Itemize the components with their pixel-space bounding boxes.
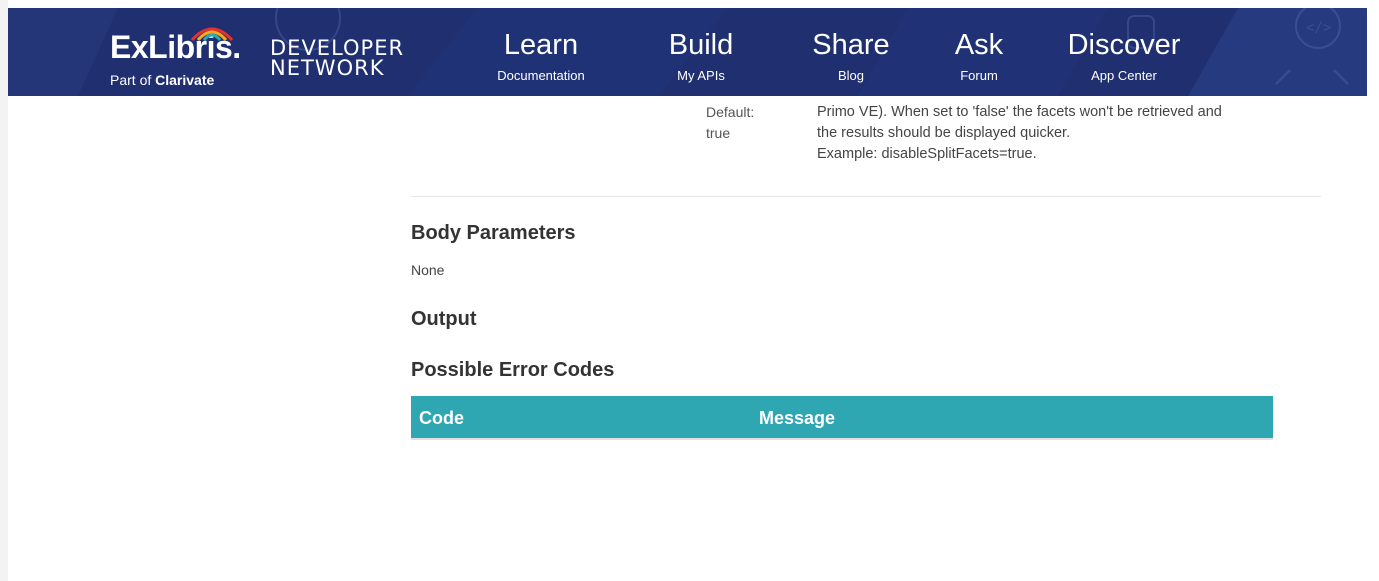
nav-build[interactable]: Build My APIs [646,28,756,84]
param-desc-line-2: the results should be displayed quicker. [817,125,1071,141]
nav-share-label: Share [812,29,890,61]
table-header-code: Code [419,408,464,428]
site-header: </> ExLibris. Part of Clarivate DEVELOPE… [8,8,1367,96]
nav-share-sub: Blog [837,68,865,83]
nav-ask[interactable]: Ask Forum [934,28,1024,84]
main-content: Default: true Primo VE). When set to 'fa… [0,96,1379,581]
nav-learn[interactable]: Learn Documentation [486,28,596,84]
devnet-line-2: NETWORK [270,56,385,80]
svg-text:</>: </> [1306,20,1331,36]
logo-tagline: Part of Clarivate [110,72,214,88]
logo-part-of: Part of [110,72,156,88]
nav-discover-label: Discover [1067,29,1181,61]
nav-share[interactable]: Share Blog [796,28,906,84]
nav-ask-label: Ask [954,29,1004,61]
nav-learn-label: Learn [503,29,579,61]
developer-network-wordmark[interactable]: DEVELOPER NETWORK [270,36,420,80]
param-default-value: true [706,125,731,141]
nav-discover[interactable]: Discover App Center [1054,28,1194,84]
param-description: Primo VE). When set to 'false' the facet… [817,102,1337,165]
output-heading: Output [411,308,477,330]
param-default: Default: true [706,102,754,144]
param-desc-line-3: Example: disableSplitFacets=true. [817,146,1037,162]
param-desc-line-1: Primo VE). When set to 'false' the facet… [817,104,1222,120]
logo-arc-icon [190,27,234,42]
nav-ask-sub: Forum [960,68,998,83]
devnet-line-1: DEVELOPER [270,36,405,60]
exlibris-logo[interactable]: ExLibris. Part of Clarivate [110,27,260,94]
param-default-label: Default: [706,104,755,120]
logo-parent-name: Clarivate [155,72,215,88]
nav-build-label: Build [668,29,734,61]
table-header-message: Message [759,408,836,428]
nav-discover-sub: App Center [1091,68,1157,83]
nav-build-sub: My APIs [677,68,725,83]
error-codes-heading: Possible Error Codes [411,359,615,381]
nav-learn-sub: Documentation [497,68,585,83]
body-parameters-heading: Body Parameters [411,222,576,244]
section-divider [411,196,1321,197]
body-parameters-value: None [411,262,445,278]
error-codes-table: Code Message [411,396,1273,440]
